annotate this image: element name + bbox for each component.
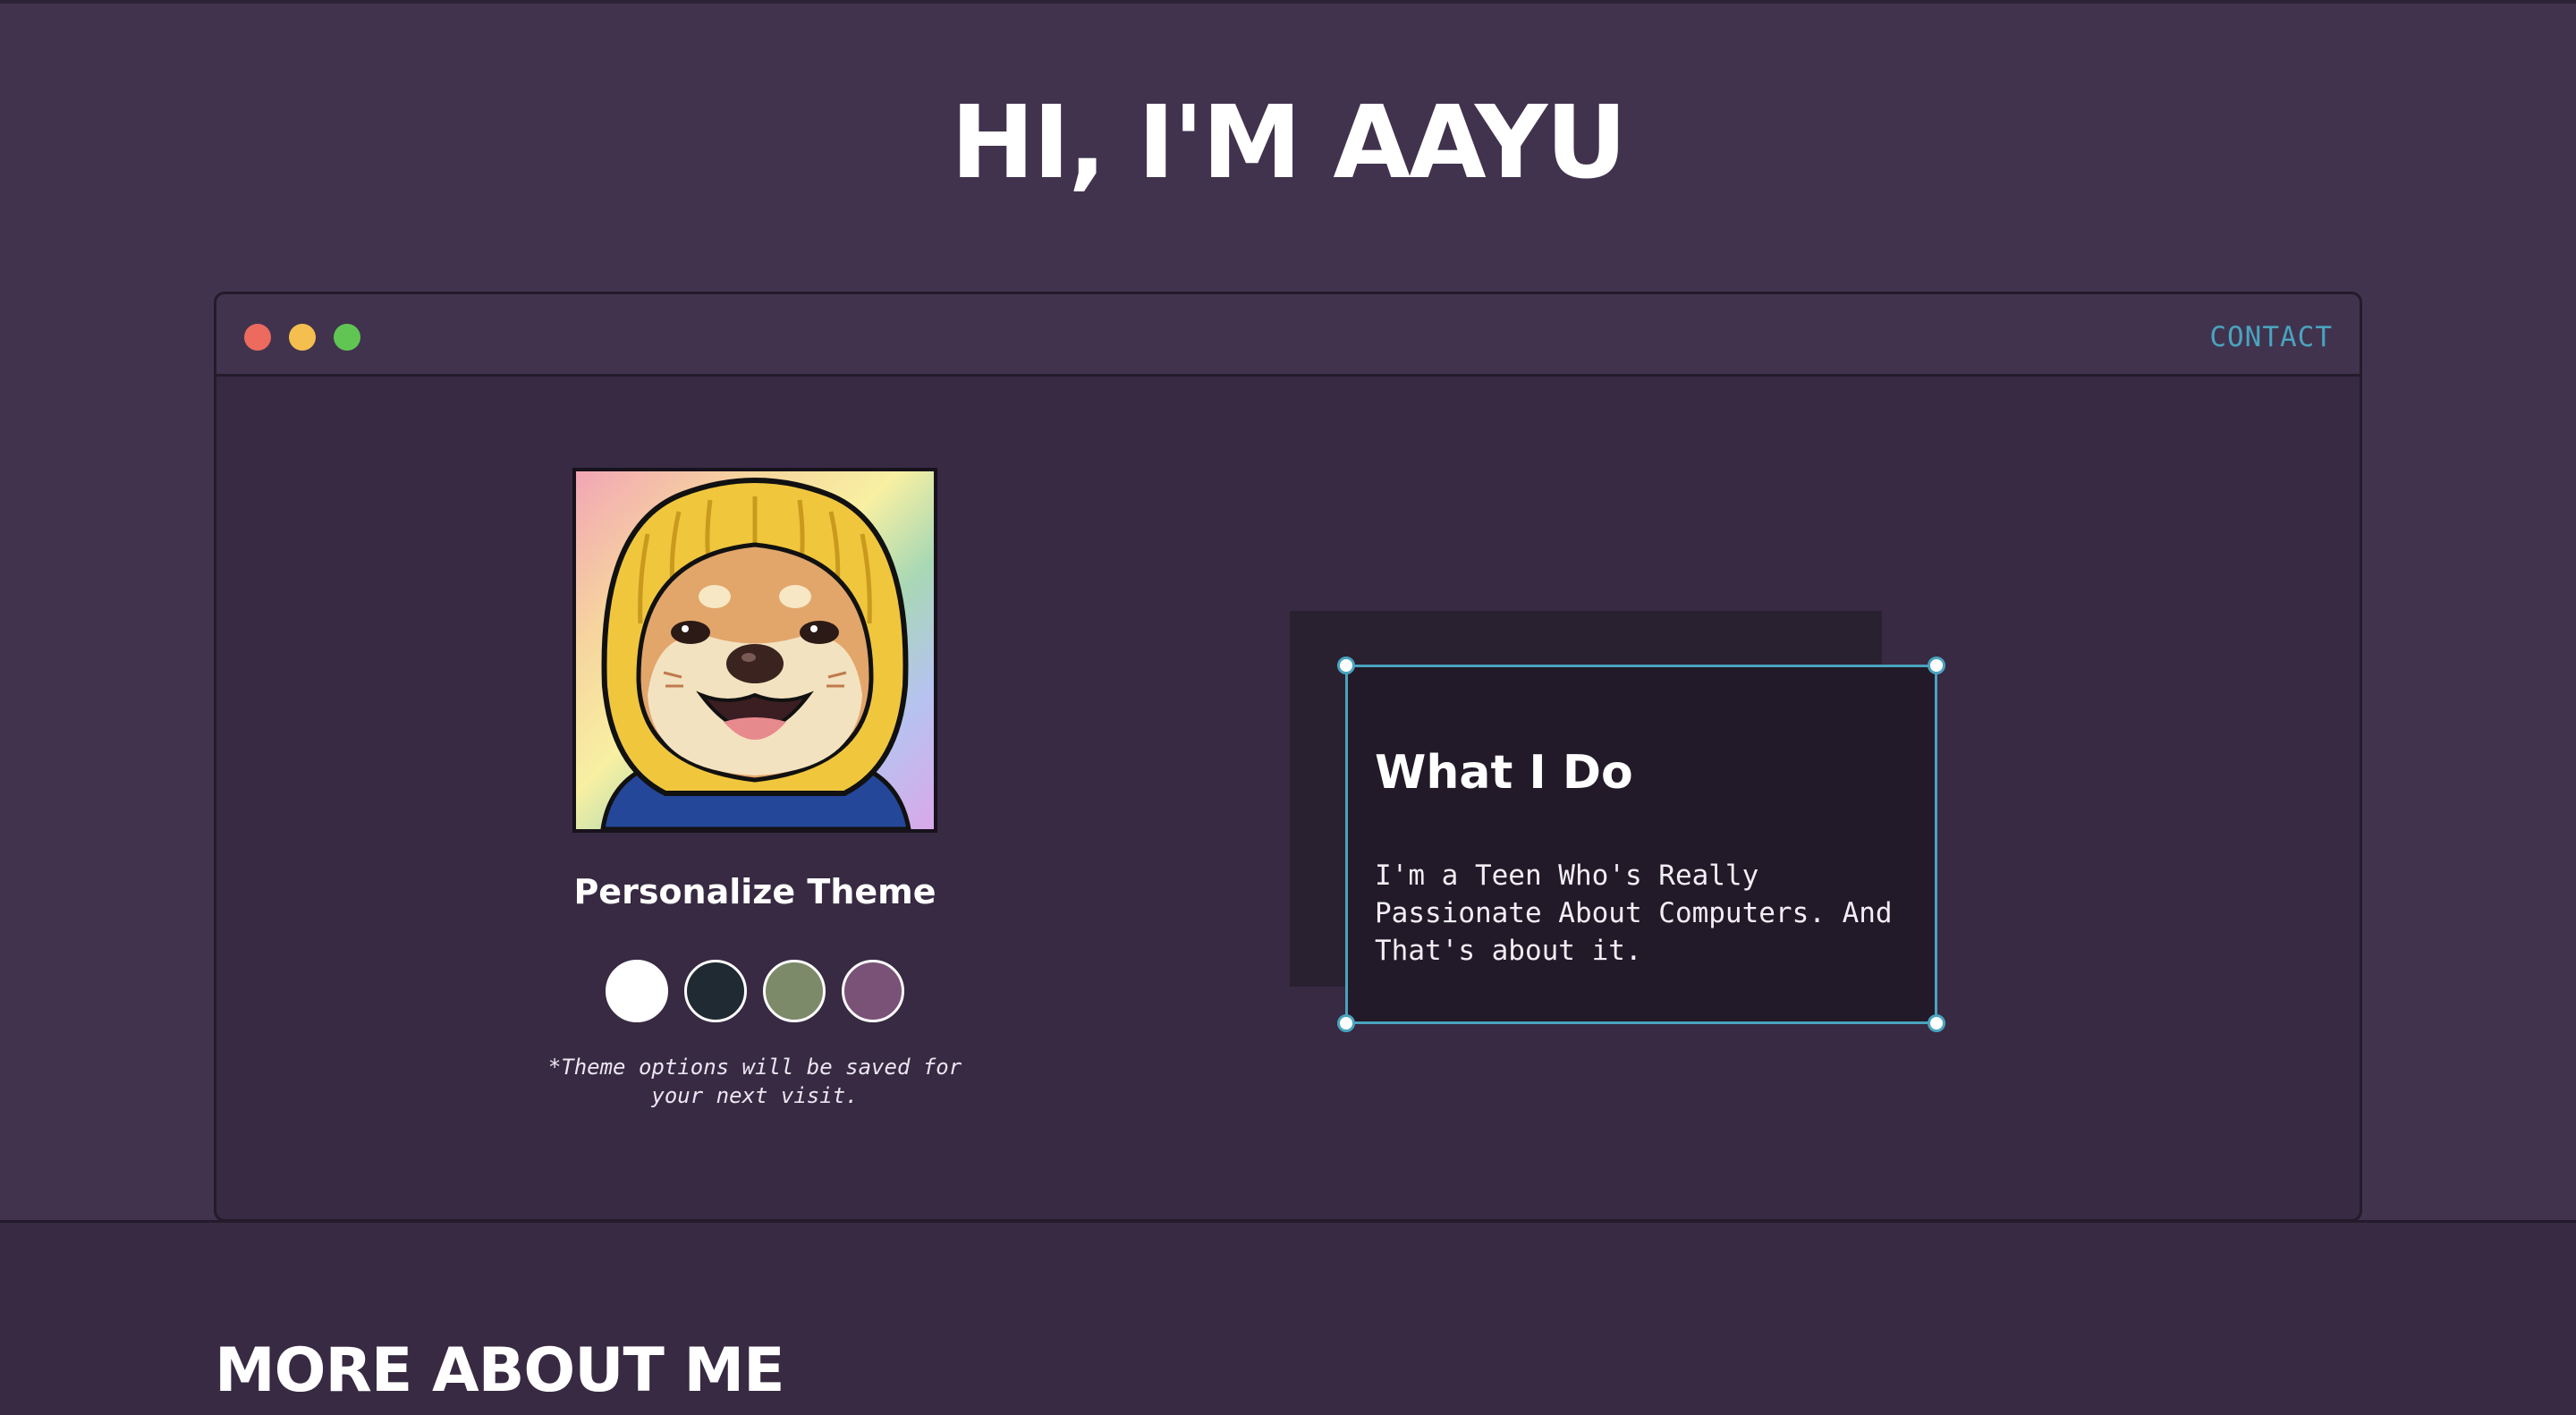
contact-link[interactable]: CONTACT [2209, 318, 2333, 357]
top-border [0, 0, 2576, 4]
more-about-heading: MORE ABOUT ME [215, 1335, 785, 1406]
theme-swatch-white[interactable] [606, 960, 668, 1022]
theme-swatch-sage-green[interactable] [763, 960, 826, 1022]
theme-swatch-dark-navy[interactable] [684, 960, 747, 1022]
page-title: HI, I'M AAYU [950, 85, 1627, 201]
what-i-do-card: What I Do I'm a Teen Who's Really Passio… [1337, 657, 1945, 1032]
maximize-window-button[interactable] [334, 324, 360, 351]
window-titlebar: CONTACT [216, 294, 2360, 377]
close-window-button[interactable] [244, 324, 271, 351]
profile-avatar [572, 468, 937, 833]
minimize-window-button[interactable] [289, 324, 316, 351]
shiba-dog-avatar-icon [600, 478, 911, 829]
resize-handle-bottom-right[interactable] [1928, 1014, 1945, 1032]
theme-note: *Theme options will be saved for your ne… [547, 1055, 962, 1108]
what-i-do-text: I'm a Teen Who's Really Passionate About… [1375, 860, 1893, 967]
resize-handle-top-right[interactable] [1928, 657, 1945, 674]
browser-window: CONTACT Personalize Theme *Theme options… [214, 292, 2362, 1222]
resize-handle-top-left[interactable] [1337, 657, 1355, 674]
more-about-section: MORE ABOUT ME [0, 1220, 2576, 1415]
what-i-do-title: What I Do [1375, 746, 1633, 800]
resize-handle-bottom-left[interactable] [1337, 1014, 1355, 1032]
theme-swatch-plum[interactable] [842, 960, 904, 1022]
personalize-theme-heading: Personalize Theme [573, 872, 936, 911]
